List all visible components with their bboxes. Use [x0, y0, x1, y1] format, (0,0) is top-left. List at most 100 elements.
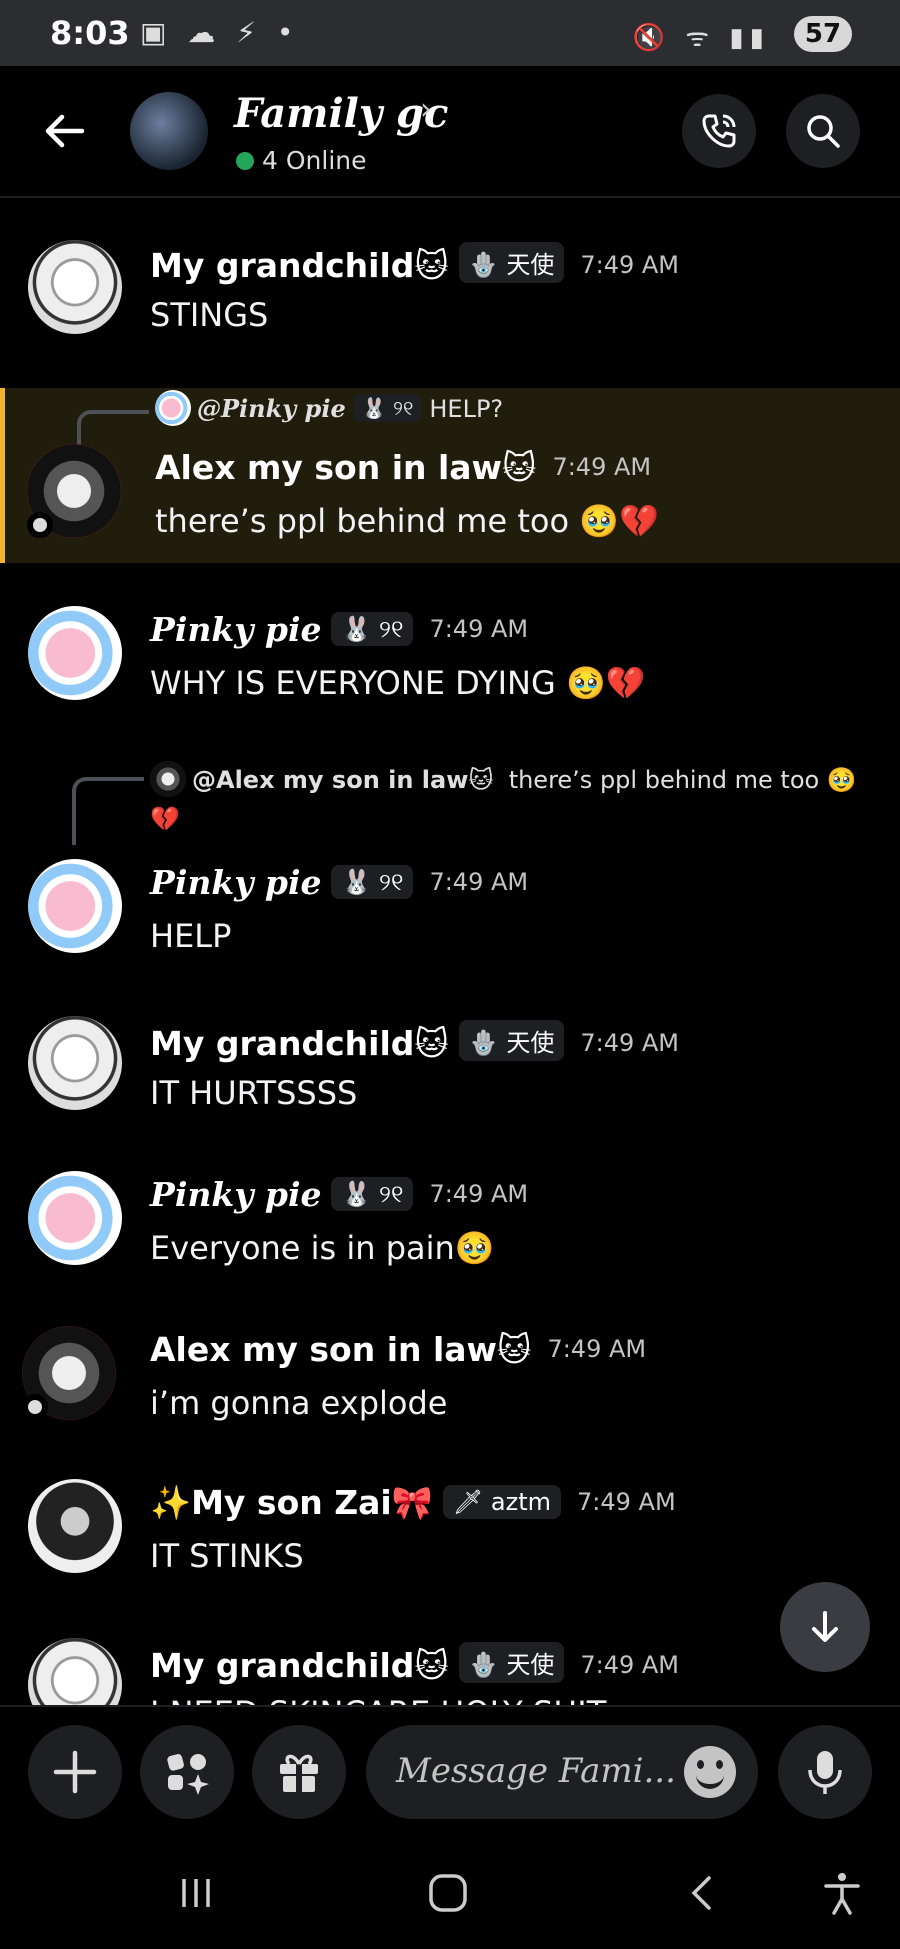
message-text: I NEED SKINCARE HOLY SHIT: [150, 1694, 606, 1705]
status-signal-icons: 🔇 ᯤ ▮▮: [632, 23, 770, 53]
arrow-down-icon: [812, 1611, 838, 1642]
phone-icon: [702, 114, 736, 148]
role-tag: 🗡 aztm: [442, 1485, 562, 1519]
message-item[interactable]: ✨My son Zai🎀 🗡 aztm 7:49 AM IT STINKS: [0, 1475, 900, 1605]
status-notification-icons: ▣ ☁ ⚡ •: [140, 16, 300, 49]
message-text: there’s ppl behind me too 🥹💔: [155, 502, 659, 540]
message-author[interactable]: My grandchild🐱 🪬 天使 7:49 AM: [150, 242, 679, 285]
message-time: 7:49 AM: [429, 615, 529, 643]
search-button[interactable]: [786, 94, 860, 168]
accessibility-icon: [824, 1873, 860, 1915]
avatar[interactable]: [28, 1016, 122, 1110]
status-bar: 8:03 ▣ ☁ ⚡ • 🔇 ᯤ ▮▮ 57: [0, 0, 900, 66]
role-tag: 🪬 天使: [458, 242, 565, 283]
recent-apps-icon: [182, 1879, 210, 1907]
apps-icon: [167, 1754, 209, 1795]
chevron-right-icon[interactable]: ›: [420, 92, 432, 127]
message-item[interactable]: Alex my son in law🐱 7:49 AM i’m gonna exp…: [0, 1320, 900, 1450]
message-composer: Message Fami...: [0, 1705, 900, 1835]
message-item[interactable]: My grandchild🐱 🪬 天使 7:49 AM STINGS: [0, 200, 900, 390]
emoji-icon[interactable]: [684, 1746, 736, 1798]
gift-button[interactable]: [252, 1725, 346, 1819]
role-tag: 🪬 天使: [458, 1020, 565, 1061]
message-author[interactable]: Alex my son in law🐱 7:49 AM: [150, 1330, 646, 1369]
reply-connector: [72, 777, 144, 845]
recent-apps-button[interactable]: [166, 1865, 226, 1921]
home-icon: [429, 1874, 467, 1912]
message-author[interactable]: Alex my son in law🐱 7:49 AM: [155, 448, 651, 487]
message-item[interactable]: My grandchild🐱🪬 天使7:49 AM I NEED SKINCAR…: [0, 1630, 900, 1705]
message-time: 7:49 AM: [577, 1488, 676, 1516]
role-tag: 🐰 ୨୧: [331, 1177, 414, 1211]
message-item-mention[interactable]: @Pinky pie 🐰 ୨୧ HELP? Alex my son in law🐱 7…: [0, 388, 900, 563]
message-time: 7:49 AM: [552, 453, 652, 481]
accessibility-button[interactable]: [812, 1865, 872, 1921]
gift-icon: [280, 1754, 318, 1792]
avatar[interactable]: [28, 606, 122, 700]
system-nav-bar: [0, 1835, 900, 1949]
call-button[interactable]: [682, 94, 756, 168]
message-text: HELP: [150, 917, 232, 955]
microphone-icon: [808, 1751, 842, 1794]
reply-preview[interactable]: @Alex my son in law🐱 there’s ppl behind …: [150, 761, 857, 797]
online-count-label: 4 Online: [262, 146, 367, 175]
message-item[interactable]: Pinky pie 🐰 ୨୧ 7:49 AM Everyone is in pain…: [0, 1165, 900, 1295]
message-time: 7:49 AM: [580, 1651, 679, 1679]
avatar[interactable]: [28, 1171, 122, 1265]
message-text: IT STINKS: [150, 1537, 304, 1575]
message-input-placeholder: Message Fami...: [396, 1751, 676, 1791]
role-tag: 🪬 天使: [458, 1642, 565, 1683]
message-author[interactable]: ✨My son Zai🎀 🗡 aztm 7:49 AM: [150, 1483, 676, 1523]
message-text: IT HURTSSSS: [150, 1074, 358, 1112]
home-button[interactable]: [418, 1865, 478, 1921]
role-tag: 🐰 ୨୧: [331, 865, 414, 899]
add-attachment-button[interactable]: [28, 1725, 122, 1819]
message-author[interactable]: Pinky pie 🐰 ୨୧ 7:49 AM: [150, 610, 528, 649]
message-time: 7:49 AM: [429, 1180, 529, 1208]
plus-icon: [53, 1750, 97, 1794]
group-avatar[interactable]: [130, 92, 208, 170]
message-time: 7:49 AM: [547, 1335, 647, 1363]
role-tag: 🐰 ୨୧: [331, 612, 414, 646]
status-time: 8:03: [50, 14, 130, 52]
online-count: 4 Online: [236, 146, 367, 175]
message-text: STINGS: [150, 296, 269, 334]
avatar[interactable]: [28, 1479, 122, 1573]
message-input[interactable]: Message Fami...: [366, 1725, 758, 1819]
status-icon: [22, 1394, 48, 1420]
message-item[interactable]: @Alex my son in law🐱 there’s ppl behind …: [0, 755, 900, 985]
message-author[interactable]: Pinky pie 🐰 ୨୧ 7:49 AM: [150, 1175, 528, 1214]
reply-avatar: [150, 761, 186, 797]
back-button[interactable]: [40, 106, 90, 156]
message-item[interactable]: My grandchild🐱 🪬 天使 7:49 AM IT HURTSSSS: [0, 1010, 900, 1140]
voice-message-button[interactable]: [778, 1725, 872, 1819]
message-time: 7:49 AM: [429, 868, 529, 896]
message-text: Everyone is in pain🥹: [150, 1229, 495, 1267]
message-time: 7:49 AM: [580, 251, 679, 279]
channel-header: Family gc › 4 Online: [0, 66, 900, 198]
online-dot-icon: [236, 152, 254, 170]
message-time: 7:49 AM: [580, 1029, 679, 1057]
avatar[interactable]: [28, 1638, 122, 1705]
message-author[interactable]: Pinky pie 🐰 ୨୧ 7:49 AM: [150, 863, 528, 902]
status-icon: [27, 512, 53, 538]
search-icon: [807, 115, 840, 148]
avatar[interactable]: [28, 240, 122, 334]
apps-button[interactable]: [140, 1725, 234, 1819]
message-list[interactable]: My grandchild🐱 🪬 天使 7:49 AM STINGS @Pinky …: [0, 200, 900, 1705]
battery-icon: 57: [794, 16, 852, 52]
reply-avatar: [155, 390, 191, 426]
chevron-left-icon: [691, 1876, 711, 1910]
scroll-to-bottom-button[interactable]: [780, 1582, 870, 1672]
message-author[interactable]: My grandchild🐱 🪬 天使 7:49 AM: [150, 1020, 679, 1063]
message-item[interactable]: Pinky pie 🐰 ୨୧ 7:49 AM WHY IS EVERYONE DYI…: [0, 600, 900, 730]
group-title[interactable]: Family gc: [234, 90, 448, 137]
reply-preview[interactable]: @Pinky pie 🐰 ୨୧ HELP?: [155, 390, 503, 426]
arrow-left-icon: [45, 114, 85, 148]
reply-preview-cont: 💔: [150, 805, 180, 833]
message-text: WHY IS EVERYONE DYING 🥹💔: [150, 664, 646, 702]
message-author[interactable]: My grandchild🐱 🪬 天使 7:49 AM: [150, 1642, 679, 1685]
message-text: i’m gonna explode: [150, 1384, 448, 1422]
back-nav-button[interactable]: [672, 1865, 732, 1921]
avatar[interactable]: [28, 859, 122, 953]
